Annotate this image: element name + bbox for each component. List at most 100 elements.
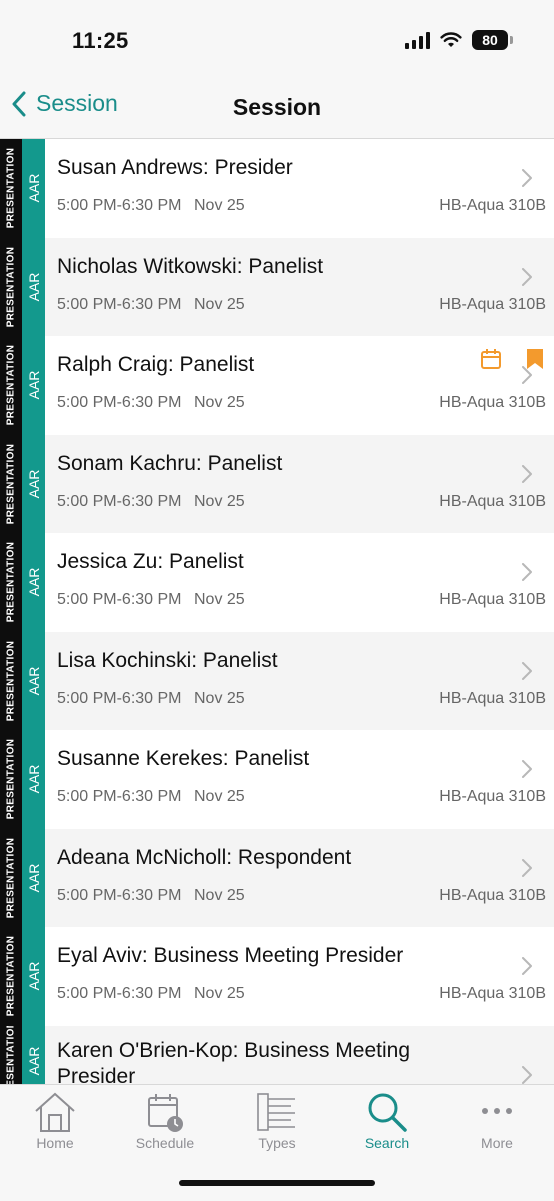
row-body: Lisa Kochinski: Panelist 5:00 PM-6:30 PM N… — [45, 632, 554, 731]
org-label: AAR — [25, 370, 42, 400]
org-strip: AAR — [22, 1025, 45, 1084]
type-label: PRESENTATION — [5, 443, 17, 524]
session-title: Eyal Aviv: Business Meeting Presider — [57, 944, 404, 967]
org-strip: AAR — [22, 533, 45, 632]
org-label: AAR — [25, 1046, 42, 1075]
session-time: 5:00 PM-6:30 PM — [57, 985, 182, 1002]
session-title: Jessica Zu: Panelist — [57, 550, 244, 573]
session-time: 5:00 PM-6:30 PM — [57, 492, 182, 510]
session-location: HB-Aqua 310B — [439, 394, 546, 411]
session-row[interactable]: PRESENTATION AAR Jessica Zu: Panelist 5:00 … — [0, 533, 554, 632]
chevron-right-icon — [522, 267, 532, 286]
types-icon — [257, 1093, 295, 1131]
home-icon — [35, 1092, 75, 1132]
row-body: Karen O'Brien-Kop: Business Meeting Pres… — [45, 1026, 554, 1085]
session-row[interactable]: PRESENTATION AAR Sonam Kachru: Panelist 5:0… — [0, 434, 554, 534]
session-row[interactable]: PRESENTATION AAR Susan Andrews: Presider 5:… — [0, 139, 554, 238]
tab-types[interactable]: Types — [222, 1091, 332, 1151]
org-strip: AAR — [22, 139, 45, 238]
row-body: Susanne Kerekes: Panelist 5:00 PM-6:30 PM… — [45, 730, 554, 829]
type-label: PRESENTATION — [5, 739, 17, 820]
type-label: PRESENTATION — [5, 246, 17, 327]
row-body: Eyal Aviv: Business Meeting Presider 5:00… — [45, 927, 554, 1026]
session-date: Nov 25 — [194, 197, 245, 214]
session-row[interactable]: PRESENTATION AAR Adeana McNicholl: Respond… — [0, 828, 554, 928]
org-strip: AAR — [22, 828, 45, 927]
session-row[interactable]: PRESENTATION AAR Nicholas Witkowski: Panel… — [0, 237, 554, 336]
tab-more[interactable]: More — [442, 1091, 552, 1151]
type-strip: PRESENTATION — [0, 1025, 22, 1084]
chevron-right-icon — [522, 760, 532, 778]
session-location: HB-Aqua 310B — [439, 295, 546, 313]
chevron-right-icon — [522, 563, 532, 581]
status-time: 11:25 — [72, 28, 129, 53]
cellular-signal-icon — [405, 31, 430, 49]
tab-schedule[interactable]: Schedule — [110, 1091, 220, 1151]
org-label: AAR — [25, 469, 42, 499]
session-date: Nov 25 — [194, 788, 245, 805]
session-title: Nicholas Witkowski: Panelist — [57, 254, 324, 278]
session-location: HB-Aqua 310B — [439, 689, 546, 707]
chevron-right-icon — [522, 366, 532, 384]
session-time: 5:00 PM-6:30 PM — [57, 295, 182, 313]
session-time: 5:00 PM-6:30 PM — [57, 591, 182, 608]
type-strip: PRESENTATION — [0, 139, 22, 238]
session-date: Nov 25 — [194, 591, 245, 608]
session-location: HB-Aqua 310B — [439, 591, 546, 608]
session-date: Nov 25 — [194, 295, 245, 313]
session-location: HB-Aqua 310B — [439, 985, 546, 1002]
type-strip: PRESENTATION — [0, 927, 22, 1026]
type-strip: PRESENTATION — [0, 533, 22, 632]
session-title: Lisa Kochinski: Panelist — [57, 648, 278, 672]
org-strip: AAR — [22, 336, 45, 435]
session-row[interactable]: PRESENTATION AAR Eyal Aviv: Business Meeti… — [0, 927, 554, 1026]
org-label: AAR — [25, 764, 42, 794]
tab-label: Search — [364, 1135, 410, 1151]
status-bar: 11:25 80 — [0, 0, 554, 80]
status-icons: 80 — [405, 30, 513, 50]
tab-search[interactable]: Search — [332, 1091, 442, 1151]
org-strip: AAR — [22, 237, 45, 336]
org-label: AAR — [25, 567, 42, 597]
chevron-right-icon — [522, 858, 532, 877]
row-body: Sonam Kachru: Panelist 5:00 PM-6:30 PM Nov… — [45, 435, 554, 534]
session-title: Ralph Craig: Panelist — [57, 353, 255, 376]
type-strip: PRESENTATION — [0, 336, 22, 435]
wifi-icon — [440, 31, 462, 47]
session-location: HB-Aqua 310B — [439, 886, 546, 904]
row-body: Adeana McNicholl: Respondent 5:00 PM-6:30… — [45, 829, 554, 928]
session-date: Nov 25 — [194, 492, 245, 510]
session-time: 5:00 PM-6:30 PM — [57, 788, 182, 805]
type-strip: PRESENTATION — [0, 434, 22, 533]
session-row[interactable]: PRESENTATION AAR Karen O'Brien-Kop: Busine… — [0, 1025, 554, 1085]
tab-label: Schedule — [135, 1135, 195, 1151]
session-time: 5:00 PM-6:30 PM — [57, 394, 182, 411]
navigation-bar: Session Session — [0, 80, 554, 139]
chevron-right-icon — [522, 464, 532, 483]
page-title: Session — [232, 94, 322, 120]
session-time: 5:00 PM-6:30 PM — [57, 886, 182, 904]
type-label: PRESENTATION — [5, 148, 17, 229]
tab-label: Home — [36, 1135, 74, 1151]
chevron-right-icon — [522, 957, 532, 975]
session-row[interactable]: PRESENTATION AAR Susanne Kerekes: Panelist… — [0, 730, 554, 829]
session-location: HB-Aqua 310B — [439, 197, 546, 214]
org-label: AAR — [25, 173, 42, 203]
session-title: Adeana McNicholl: Respondent — [57, 845, 352, 869]
chevron-right-icon — [522, 169, 532, 187]
session-date: Nov 25 — [194, 689, 245, 707]
session-date: Nov 25 — [194, 985, 245, 1002]
tab-label: Types — [258, 1135, 296, 1151]
session-title: Sonam Kachru: Panelist — [57, 451, 283, 475]
schedule-icon — [148, 1094, 183, 1132]
calendar-icon[interactable] — [480, 348, 502, 375]
session-row[interactable]: PRESENTATION AAR Ralph Craig: Panelist 5:00… — [0, 336, 554, 435]
chevron-right-icon — [522, 661, 532, 680]
tab-home[interactable]: Home — [0, 1091, 110, 1151]
session-row[interactable]: PRESENTATION AAR Lisa Kochinski: Panelist 5… — [0, 631, 554, 731]
session-title: Karen O'Brien-Kop: Business Meeting Pres… — [57, 1038, 411, 1085]
type-strip: PRESENTATION — [0, 730, 22, 829]
type-strip: PRESENTATION — [0, 237, 22, 336]
more-icon — [482, 1108, 512, 1114]
org-strip: AAR — [22, 730, 45, 829]
